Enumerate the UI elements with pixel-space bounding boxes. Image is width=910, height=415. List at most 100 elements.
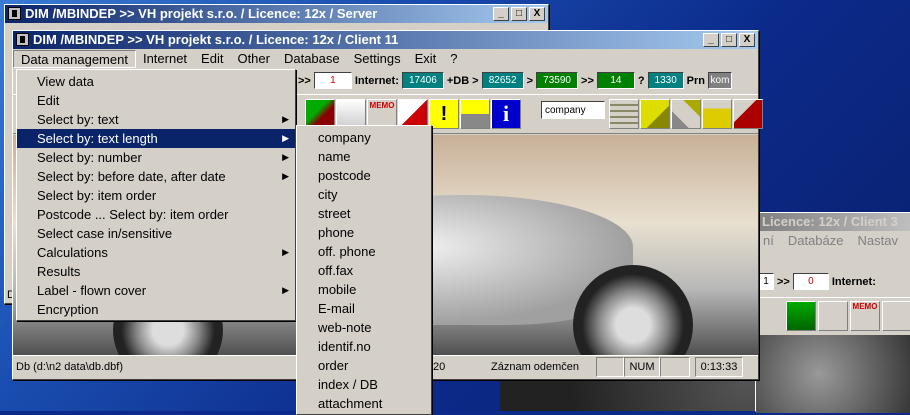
client3-window[interactable]: Licence: 12x / Client 3 ní Databáze Nast…	[755, 212, 910, 413]
menu-item-select-by-before-date-after-date[interactable]: Select by: before date, after date ▶	[17, 167, 295, 186]
menu-item-select-by-text-length[interactable]: Select by: text length ▶	[17, 129, 295, 148]
menu-item-label: Encryption	[37, 302, 99, 317]
client3-field-one[interactable]: 1	[758, 273, 774, 290]
info-icon[interactable]: i	[491, 99, 521, 129]
submenu-arrow-icon: ▶	[282, 171, 289, 181]
counter-row: >> 1 Internet: 17406 +DB > 82652 > 73590…	[298, 72, 732, 89]
server-minimize-button[interactable]: _	[493, 7, 509, 21]
server-titlebar[interactable]: DIM /MBINDEP >> VH projekt s.r.o. / Lice…	[5, 5, 548, 23]
submenu-item-off-phone[interactable]: off. phone	[297, 242, 431, 261]
client3-menu-settings[interactable]: Nastav	[851, 232, 905, 250]
client-titlebar[interactable]: DIM /MBINDEP >> VH projekt s.r.o. / Lice…	[13, 31, 758, 49]
submenu-item-city[interactable]: city	[297, 185, 431, 204]
question-label: ?	[637, 74, 645, 87]
menu-item-select-by-text[interactable]: Select by: text ▶	[17, 110, 295, 129]
menu-item-label: Results	[37, 264, 81, 279]
internet-label: Internet:	[354, 74, 399, 87]
submenu-item-street[interactable]: street	[297, 204, 431, 223]
gt-label-2: >	[526, 74, 534, 87]
db-label: +DB	[446, 74, 470, 87]
text-length-submenu: company name postcode city street phone off. p…	[296, 125, 432, 415]
clock: 0:13:33	[695, 357, 743, 377]
submenu-item-postcode[interactable]: postcode	[297, 166, 431, 185]
client3-photo	[756, 335, 910, 413]
submenu-item-attachment[interactable]: attachment	[297, 394, 431, 413]
submenu-arrow-icon: ▶	[282, 133, 289, 143]
client3-field-zero[interactable]: 0	[792, 273, 829, 290]
submenu-item-identif-no[interactable]: identif.no	[297, 337, 431, 356]
menu-item-label: Select by: text length	[37, 131, 158, 146]
db-count: 82652	[481, 72, 524, 89]
menu-internet[interactable]: Internet	[136, 50, 194, 68]
menu-item-results[interactable]: Results	[17, 262, 295, 281]
db-path: Db (d:\n2 data\db.dbf)	[16, 361, 124, 373]
menu-database[interactable]: Database	[277, 50, 347, 68]
list-icon[interactable]	[609, 99, 639, 129]
marked-count: 14	[596, 72, 635, 89]
client3-tool-pen-icon[interactable]	[882, 301, 910, 331]
menu-item-postcode-select-by-item-order[interactable]: Postcode ... Select by: item order	[17, 205, 295, 224]
status-empty-1	[596, 357, 624, 377]
submenu-item-index-db[interactable]: index / DB	[297, 375, 431, 394]
client3-counter-row: 1 >> 0 Internet:	[758, 273, 876, 290]
menu-help[interactable]: ?	[443, 50, 464, 68]
menu-item-label: Postcode ... Select by: item order	[37, 207, 229, 222]
current-record-field[interactable]: 1	[313, 72, 352, 89]
app-icon	[16, 33, 29, 46]
client3-tool-memo-icon[interactable]: MEMO	[850, 301, 880, 331]
record-lock-status: Záznam odemčen	[491, 361, 580, 373]
submenu-item-name[interactable]: name	[297, 147, 431, 166]
submenu-item-company[interactable]: company	[297, 128, 431, 147]
submenu-arrow-icon: ▶	[282, 247, 289, 257]
client-maximize-button[interactable]: □	[721, 33, 737, 47]
printer-icon[interactable]	[460, 99, 490, 129]
submenu-item-mobile[interactable]: mobile	[297, 280, 431, 299]
client3-menu-0[interactable]: ní	[756, 232, 781, 250]
menu-item-label-flown-cover[interactable]: Label - flown cover ▶	[17, 281, 295, 300]
menu-edit[interactable]: Edit	[194, 50, 230, 68]
internet-count: 17406	[401, 72, 444, 89]
menu-item-select-by-item-order[interactable]: Select by: item order	[17, 186, 295, 205]
server-close-button[interactable]: X	[529, 7, 545, 21]
menu-settings[interactable]: Settings	[347, 50, 408, 68]
menu-item-label: Select case in/sensitive	[37, 226, 173, 241]
submenu-arrow-icon: ▶	[282, 114, 289, 124]
client3-tool-chart-icon[interactable]	[786, 301, 816, 331]
menu-other[interactable]: Other	[230, 50, 277, 68]
gt-label: >	[472, 74, 479, 87]
tools-icon[interactable]	[671, 99, 701, 129]
folder-icon[interactable]	[702, 99, 732, 129]
menu-item-view-data[interactable]: View data	[17, 72, 295, 91]
client-close-button[interactable]: X	[739, 33, 755, 47]
client3-titlebar[interactable]: Licence: 12x / Client 3	[756, 213, 910, 231]
menu-item-select-case-in-sensitive[interactable]: Select case in/sensitive	[17, 224, 295, 243]
menu-exit[interactable]: Exit	[408, 50, 444, 68]
client-minimize-button[interactable]: _	[703, 33, 719, 47]
submenu-item-off-fax[interactable]: off.fax	[297, 261, 431, 280]
menu-item-edit[interactable]: Edit	[17, 91, 295, 110]
notepad-icon[interactable]	[640, 99, 670, 129]
menu-item-label: View data	[37, 74, 94, 89]
search-input[interactable]	[541, 101, 605, 119]
submenu-item-web-note[interactable]: web-note	[297, 318, 431, 337]
client3-menubar: ní Databáze Nastav	[756, 231, 910, 251]
submenu-arrow-icon: ▶	[282, 285, 289, 295]
submenu-item-order[interactable]: order	[297, 356, 431, 375]
status-empty-2	[660, 357, 690, 377]
submenu-item-e-mail[interactable]: E-mail	[297, 299, 431, 318]
menubar: Data management Internet Edit Other Data…	[13, 49, 758, 69]
menu-item-calculations[interactable]: Calculations ▶	[17, 243, 295, 262]
menu-item-select-by-number[interactable]: Select by: number ▶	[17, 148, 295, 167]
eraser-icon[interactable]	[733, 99, 763, 129]
data-management-menu: View data Edit Select by: text ▶ Select by: …	[16, 69, 296, 321]
menu-item-encryption[interactable]: Encryption	[17, 300, 295, 319]
menu-data-management[interactable]: Data management	[13, 50, 136, 68]
selected-count: 73590	[536, 72, 579, 89]
server-maximize-button[interactable]: □	[511, 7, 527, 21]
menu-item-label: Select by: before date, after date	[37, 169, 226, 184]
client3-menu-database[interactable]: Databáze	[781, 232, 851, 250]
warning-icon[interactable]: !	[429, 99, 459, 129]
submenu-item-phone[interactable]: phone	[297, 223, 431, 242]
server-title: DIM /MBINDEP >> VH projekt s.r.o. / Lice…	[25, 6, 378, 21]
client3-tool-book-icon[interactable]	[818, 301, 848, 331]
